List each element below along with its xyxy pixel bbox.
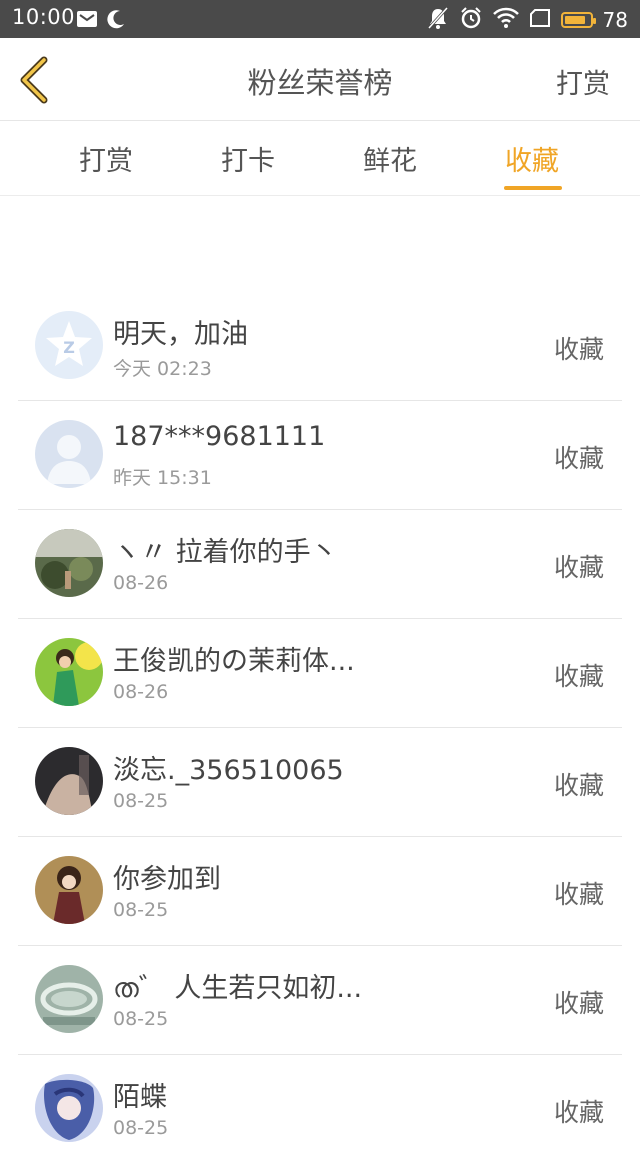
list-item[interactable]: Z 明天，加油 今天 02:23 收藏 [18,292,622,401]
status-bar: 10:00 78 [0,0,640,38]
entry-name: 淡忘._356510065 [113,755,344,786]
entry-action: 收藏 [553,444,604,473]
list-item[interactable]: 淡忘._356510065 08-25 收藏 [18,728,622,837]
status-time: 10:00 [12,5,76,29]
entry-action: 收藏 [553,553,604,582]
svg-text:Z: Z [63,338,75,357]
entry-time: 昨天 15:31 [113,467,212,489]
reward-button[interactable]: 打赏 [556,62,610,101]
entry-time: 08-25 [113,1117,169,1139]
list-item[interactable]: 陌蝶 08-25 收藏 [18,1055,622,1163]
entry-action: 收藏 [553,662,604,691]
message-icon [76,10,98,32]
list-item[interactable]: ヽ〃 拉着你的手丶 08-26 收藏 [18,510,622,619]
avatar [35,856,103,924]
entry-time: 08-26 [113,681,169,703]
entry-action: 收藏 [553,989,604,1018]
fan-list: Z 明天，加油 今天 02:23 收藏 187***9681111 昨天 15:… [18,292,622,1163]
entry-name: ヽ〃 拉着你的手丶 [113,537,338,568]
entry-name: ത゛ 人生若只如初... [113,973,363,1004]
entry-action: 收藏 [553,771,604,800]
avatar [35,965,103,1033]
moon-icon [106,9,126,33]
title-bar: 粉丝荣誉榜 打赏 [0,38,640,121]
avatar [35,747,103,815]
avatar [35,1074,103,1142]
tab-checkin[interactable]: 打卡 [221,139,275,178]
tab-flowers[interactable]: 鲜花 [363,139,417,178]
active-tab-indicator [504,186,562,190]
tab-favorites[interactable]: 收藏 [505,139,559,178]
entry-name: 王俊凯的の茉莉体... [113,646,355,677]
mute-icon [427,6,449,34]
battery-level: 78 [602,8,628,32]
avatar [35,420,103,488]
entry-time: 今天 02:23 [113,358,212,380]
entry-name: 陌蝶 [113,1082,167,1113]
list-item[interactable]: 你参加到 08-25 收藏 [18,837,622,946]
entry-name: 187***9681111 [113,421,326,452]
list-item[interactable]: 王俊凯的の茉莉体... 08-26 收藏 [18,619,622,728]
page-title: 粉丝荣誉榜 [247,66,393,100]
entry-name: 你参加到 [113,864,221,895]
entry-action: 收藏 [553,335,604,364]
tab-bar: 打赏 打卡 鲜花 收藏 [0,121,640,196]
entry-action: 收藏 [553,1098,604,1127]
alarm-icon [459,6,483,34]
entry-time: 08-26 [113,572,169,594]
avatar [35,638,103,706]
entry-time: 08-25 [113,899,169,921]
battery-icon [560,12,596,28]
wifi-icon [492,7,519,33]
entry-time: 08-25 [113,790,169,812]
list-item[interactable]: 187***9681111 昨天 15:31 收藏 [18,401,622,510]
list-item[interactable]: ത゛ 人生若只如初... 08-25 收藏 [18,946,622,1055]
tab-reward[interactable]: 打赏 [79,139,133,178]
avatar: Z [35,311,103,379]
entry-time: 08-25 [113,1008,169,1030]
entry-name: 明天，加油 [113,319,248,350]
entry-action: 收藏 [553,880,604,909]
avatar [35,529,103,597]
sim-icon [529,8,551,32]
